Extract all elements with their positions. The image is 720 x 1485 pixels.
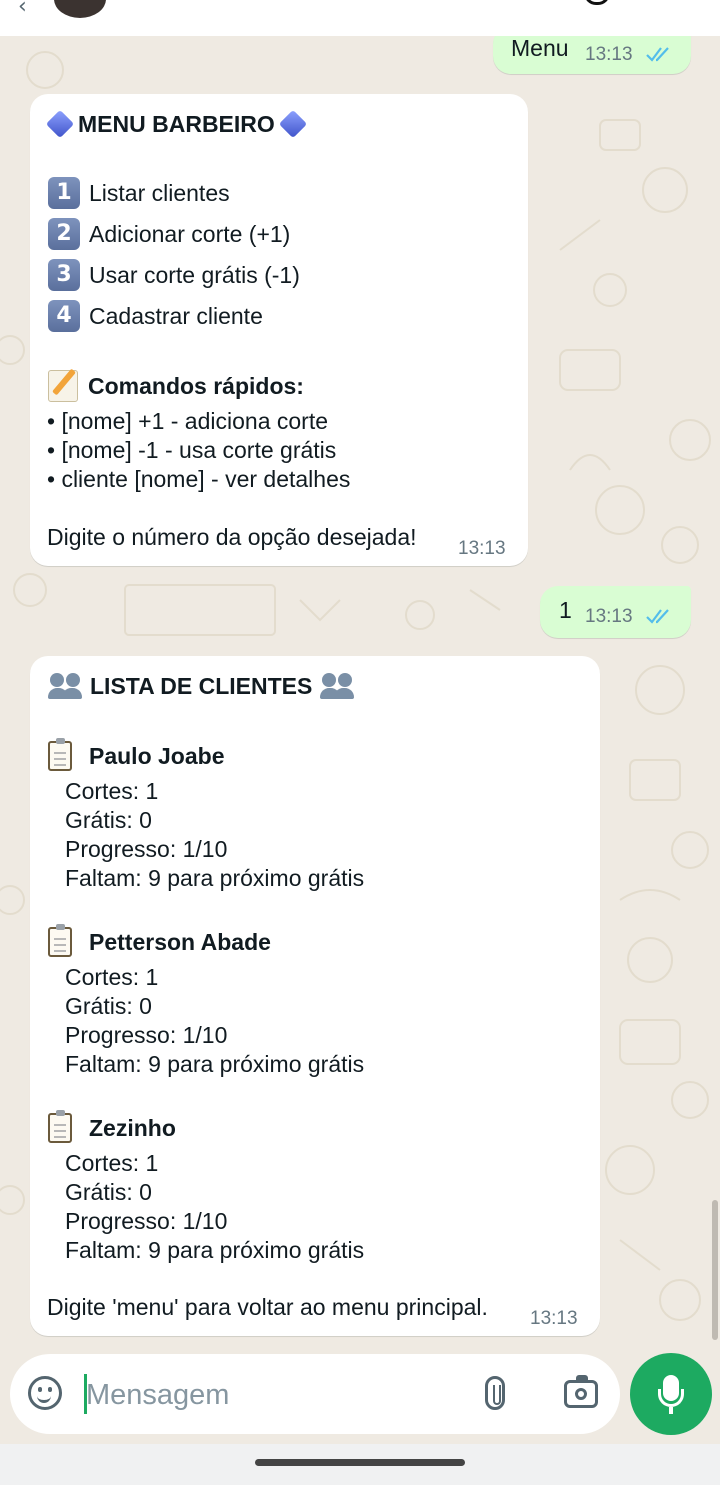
client-detail: Grátis: 0 <box>65 993 152 1019</box>
voice-call-icon[interactable] <box>584 0 610 5</box>
client-detail: Progresso: 1/10 <box>65 1208 228 1234</box>
menu-option-4: 4 Cadastrar cliente <box>48 300 263 332</box>
incoming-message-client-list[interactable]: LISTA DE CLIENTES Paulo Joabe Cortes: 1 … <box>30 656 600 1336</box>
memo-icon <box>48 370 78 402</box>
read-receipt-icon <box>646 47 669 62</box>
client-name-row: Petterson Abade <box>48 924 271 958</box>
message-text: Menu <box>511 35 569 61</box>
client-name-row: Zezinho <box>48 1110 176 1144</box>
keycap-2-icon: 2 <box>48 218 80 250</box>
option-label: Cadastrar cliente <box>89 302 263 329</box>
more-options-icon[interactable] <box>676 0 686 4</box>
message-text: 1 <box>559 597 572 623</box>
keycap-1-icon: 1 <box>48 177 80 209</box>
client-detail: Grátis: 0 <box>65 1179 152 1205</box>
outgoing-message-1[interactable]: 1 13:13 <box>540 586 691 638</box>
client-name: Zezinho <box>89 1114 176 1141</box>
client-detail: Cortes: 1 <box>65 1150 159 1176</box>
client-list-title-row: LISTA DE CLIENTES <box>48 670 355 702</box>
client-name-row: Paulo Joabe <box>48 738 225 772</box>
message-time: 13:13 <box>530 1308 578 1329</box>
keycap-4-icon: 4 <box>48 300 80 332</box>
message-time: 13:13 <box>585 606 633 627</box>
menu-footer: Digite o número da opção desejada! <box>47 524 417 550</box>
mic-base <box>669 1407 673 1414</box>
voice-record-button[interactable] <box>630 1353 712 1435</box>
clipboard-icon <box>48 924 72 957</box>
read-receipt-icon <box>646 609 669 624</box>
client-detail: Progresso: 1/10 <box>65 1022 228 1048</box>
menu-title-row: MENU BARBEIRO <box>45 108 311 140</box>
people-icon <box>48 673 82 699</box>
contact-avatar[interactable] <box>54 0 106 18</box>
client-detail: Cortes: 1 <box>65 964 159 990</box>
client-name: Petterson Abade <box>89 928 271 955</box>
quick-command: • cliente [nome] - ver detalhes <box>47 466 351 492</box>
client-detail: Cortes: 1 <box>65 778 159 804</box>
back-arrow-icon[interactable]: ‹ <box>18 0 27 19</box>
blue-diamond-icon <box>278 109 307 139</box>
message-composer <box>10 1354 620 1434</box>
client-list-footer: Digite 'menu' para voltar ao menu princi… <box>47 1294 488 1320</box>
mic-stand <box>658 1389 684 1407</box>
message-time: 13:13 <box>458 538 506 559</box>
clipboard-icon <box>48 1110 72 1143</box>
scrollbar-thumb[interactable] <box>712 1200 718 1340</box>
option-label: Listar clientes <box>89 179 230 206</box>
quick-command: • [nome] -1 - usa corte grátis <box>47 437 337 463</box>
menu-option-3: 3 Usar corte grátis (-1) <box>48 259 300 291</box>
message-input[interactable] <box>84 1368 468 1422</box>
option-label: Adicionar corte (+1) <box>89 220 291 247</box>
client-name: Paulo Joabe <box>89 742 225 769</box>
quick-commands-title: Comandos rápidos: <box>88 372 304 399</box>
quick-commands-title-row: Comandos rápidos: <box>48 370 304 402</box>
blue-diamond-icon <box>45 109 75 139</box>
menu-option-2: 2 Adicionar corte (+1) <box>48 218 290 250</box>
attach-icon[interactable] <box>485 1376 505 1410</box>
keycap-3-icon: 3 <box>48 259 80 291</box>
sticker-icon[interactable] <box>28 1376 62 1410</box>
client-detail: Faltam: 9 para próximo grátis <box>65 1237 365 1263</box>
chat-header: ‹ <box>0 0 720 36</box>
client-detail: Grátis: 0 <box>65 807 152 833</box>
clipboard-icon <box>48 738 72 771</box>
message-time: 13:13 <box>585 44 633 65</box>
camera-icon[interactable] <box>564 1375 598 1408</box>
menu-title: MENU BARBEIRO <box>78 110 275 137</box>
client-list-title: LISTA DE CLIENTES <box>90 672 313 699</box>
menu-option-1: 1 Listar clientes <box>48 177 230 209</box>
client-detail: Progresso: 1/10 <box>65 836 228 862</box>
system-navigation-bar <box>0 1444 720 1485</box>
quick-command: • [nome] +1 - adiciona corte <box>47 408 329 434</box>
client-detail: Faltam: 9 para próximo grátis <box>65 865 365 891</box>
people-icon <box>320 673 355 699</box>
option-label: Usar corte grátis (-1) <box>89 261 300 288</box>
home-gesture-handle[interactable] <box>255 1459 465 1466</box>
incoming-message-menu-barbeiro[interactable]: MENU BARBEIRO 1 Listar clientes 2 Adicio… <box>30 94 528 566</box>
client-detail: Faltam: 9 para próximo grátis <box>65 1051 365 1077</box>
